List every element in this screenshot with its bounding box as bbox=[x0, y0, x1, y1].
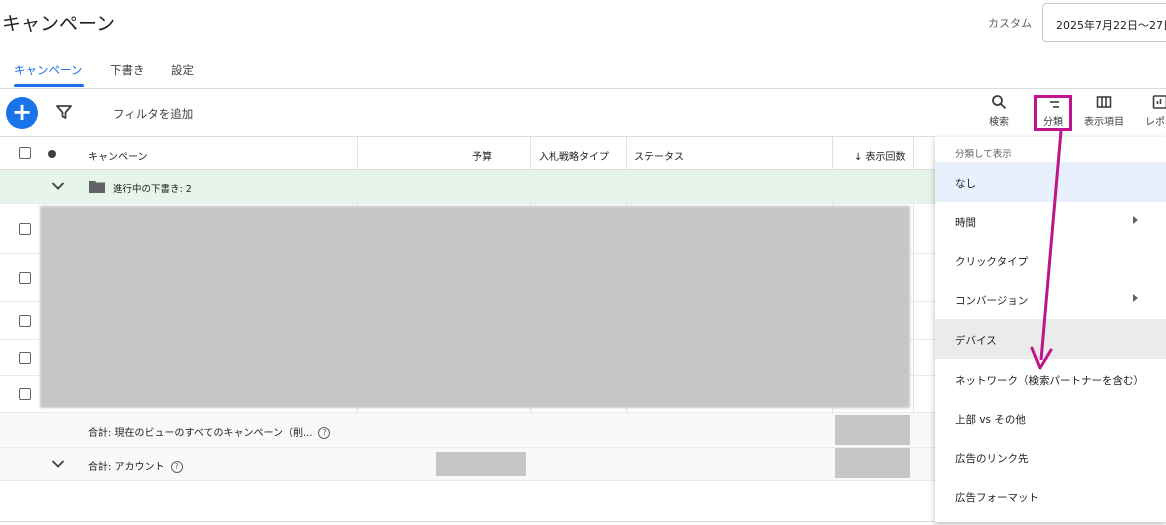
filter-icon[interactable] bbox=[56, 104, 72, 120]
total-account-label: 合計: アカウント? bbox=[88, 458, 183, 473]
row-checkbox[interactable] bbox=[19, 272, 31, 284]
row-checkbox[interactable] bbox=[19, 352, 31, 364]
redacted-rows-overlay bbox=[40, 206, 910, 408]
row-checkbox[interactable] bbox=[19, 388, 31, 400]
column-header-budget[interactable]: 予算 bbox=[472, 148, 492, 163]
row-checkbox[interactable] bbox=[19, 223, 31, 235]
select-all-checkbox[interactable] bbox=[19, 147, 31, 159]
tabs-divider bbox=[0, 88, 1166, 89]
menu-item-label: 時間 bbox=[955, 217, 976, 229]
menu-item-label: ネットワーク（検索パートナーを含む） bbox=[955, 375, 1144, 387]
chevron-down-icon[interactable] bbox=[51, 181, 65, 191]
search-icon bbox=[992, 95, 1007, 110]
menu-item-label: デバイス bbox=[955, 335, 997, 347]
page-title: キャンペーン bbox=[2, 13, 116, 35]
tab-settings[interactable]: 設定 bbox=[171, 62, 194, 78]
reports-label: レポー bbox=[1145, 117, 1166, 128]
column-header-impressions[interactable]: ↓ 表示回数 bbox=[854, 148, 906, 163]
table-header: キャンペーン 予算 入札戦略タイプ ステータス ↓ 表示回数 bbox=[0, 136, 935, 170]
column-header-campaign[interactable]: キャンペーン bbox=[88, 148, 148, 163]
search-button[interactable]: 検索 bbox=[971, 94, 1027, 128]
active-tab-indicator bbox=[14, 84, 84, 87]
column-header-status[interactable]: ステータス bbox=[634, 148, 684, 163]
segment-option-device[interactable]: デバイス bbox=[935, 319, 1166, 359]
segment-option-click-type[interactable]: クリックタイプ bbox=[935, 240, 1166, 280]
help-icon[interactable]: ? bbox=[170, 461, 183, 473]
segment-option-none[interactable]: なし bbox=[935, 162, 1166, 202]
total-view-text: 合計: 現在のビューのすべてのキャンペーン（削... bbox=[88, 428, 313, 439]
menu-item-label: コンバージョン bbox=[955, 295, 1029, 307]
redacted-value bbox=[835, 448, 910, 478]
draft-group-row[interactable]: 進行中の下書き: 2 bbox=[0, 170, 935, 204]
total-account-text: 合計: アカウント bbox=[88, 462, 165, 473]
total-view-label: 合計: 現在のビューのすべてのキャンペーン（削...? bbox=[88, 424, 331, 439]
submenu-arrow-icon bbox=[1133, 294, 1138, 302]
segment-option-ad-format[interactable]: 広告フォーマット bbox=[935, 476, 1166, 516]
menu-item-label: なし bbox=[955, 178, 976, 190]
column-header-bid-strategy[interactable]: 入札戦略タイプ bbox=[539, 148, 609, 163]
table-bottom-border bbox=[0, 521, 935, 522]
folder-icon bbox=[89, 181, 105, 193]
plus-icon: + bbox=[11, 98, 33, 126]
tab-campaigns[interactable]: キャンペーン bbox=[14, 62, 82, 78]
help-icon[interactable]: ? bbox=[318, 427, 331, 439]
menu-item-label: 広告のリンク先 bbox=[955, 453, 1029, 465]
segment-option-network[interactable]: ネットワーク（検索パートナーを含む） bbox=[935, 359, 1166, 399]
chevron-down-icon[interactable] bbox=[51, 459, 65, 469]
segment-menu-header: 分類して表示 bbox=[955, 149, 1012, 160]
add-filter-button[interactable]: フィルタを追加 bbox=[113, 106, 193, 122]
menu-item-label: 上部 vs その他 bbox=[955, 414, 1026, 426]
segment-option-top-vs-other[interactable]: 上部 vs その他 bbox=[935, 398, 1166, 438]
segment-option-time[interactable]: 時間 bbox=[935, 201, 1166, 241]
columns-icon bbox=[1096, 96, 1112, 108]
menu-item-label: 広告フォーマット bbox=[955, 492, 1039, 504]
submenu-arrow-icon bbox=[1133, 216, 1138, 224]
columns-button[interactable]: 表示項目 bbox=[1076, 94, 1132, 128]
segment-button-highlight bbox=[1034, 95, 1072, 131]
total-view-row: 合計: 現在のビューのすべてのキャンペーン（削...? bbox=[0, 413, 935, 448]
segment-option-ad-destination[interactable]: 広告のリンク先 bbox=[935, 437, 1166, 477]
date-range-label: カスタム bbox=[988, 17, 1032, 30]
total-account-row: 合計: アカウント? bbox=[0, 448, 935, 481]
reports-button[interactable]: レポー bbox=[1132, 94, 1166, 128]
tab-drafts[interactable]: 下書き bbox=[110, 62, 145, 78]
date-range-picker[interactable]: 2025年7月22日〜27日 bbox=[1042, 3, 1166, 42]
add-campaign-button[interactable]: + bbox=[6, 97, 38, 129]
draft-group-label: 進行中の下書き: 2 bbox=[113, 184, 192, 195]
status-dot-icon bbox=[48, 150, 56, 158]
segment-option-conversions[interactable]: コンバージョン bbox=[935, 279, 1166, 319]
menu-item-label: クリックタイプ bbox=[955, 256, 1029, 268]
report-icon bbox=[1152, 95, 1166, 109]
segment-menu: 分類して表示 なし 時間 クリックタイプ コンバージョン デバイス ネットワーク… bbox=[935, 137, 1166, 522]
row-checkbox[interactable] bbox=[19, 315, 31, 327]
redacted-value bbox=[835, 415, 910, 445]
columns-label: 表示項目 bbox=[1084, 117, 1124, 128]
search-label: 検索 bbox=[989, 117, 1009, 128]
redacted-value bbox=[436, 452, 526, 476]
